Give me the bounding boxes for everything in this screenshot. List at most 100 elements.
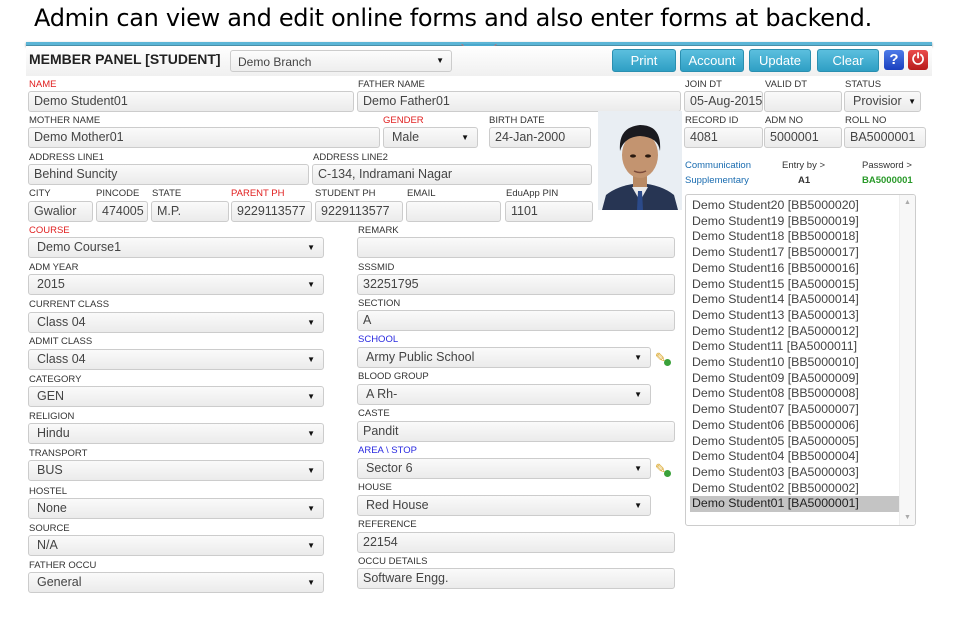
mother-name-label: MOTHER NAME — [29, 115, 101, 126]
caret-down-icon: ▼ — [307, 578, 315, 587]
pincode-label: PINCODE — [96, 188, 140, 199]
scroll-up-icon[interactable]: ▲ — [904, 199, 911, 206]
join-dt-field[interactable]: 05-Aug-2015 — [684, 91, 763, 112]
father-occu-value: General — [37, 575, 82, 589]
password-value: BA5000001 — [862, 175, 913, 186]
source-select[interactable]: N/A ▼ — [28, 535, 324, 556]
house-value: Red House — [366, 498, 429, 512]
blood-group-select[interactable]: A Rh- ▼ — [357, 384, 651, 405]
caret-down-icon: ▼ — [307, 318, 315, 327]
area-stop-label[interactable]: AREA \ STOP — [358, 445, 417, 456]
address2-label: ADDRESS LINE2 — [313, 152, 388, 163]
status-select[interactable]: Provisior ▼ — [844, 91, 921, 112]
update-button[interactable]: Update — [749, 49, 811, 72]
father-name-field[interactable]: Demo Father01 — [357, 91, 681, 112]
city-field[interactable]: Gwalior — [28, 201, 93, 222]
student-list-item[interactable]: Demo Student09 [BA5000009] — [690, 371, 900, 387]
student-list-item[interactable]: Demo Student12 [BA5000012] — [690, 324, 900, 340]
student-list-item[interactable]: Demo Student17 [BB5000017] — [690, 245, 900, 261]
caret-down-icon: ▼ — [307, 541, 315, 550]
power-icon[interactable]: ⏻ — [908, 50, 928, 70]
adm-year-select[interactable]: 2015 ▼ — [28, 274, 324, 295]
email-label: EMAIL — [407, 188, 436, 199]
caret-down-icon: ▼ — [634, 353, 642, 362]
roll-no-field[interactable]: BA5000001 — [844, 127, 926, 148]
reference-label: REFERENCE — [358, 519, 417, 530]
student-list-item[interactable]: Demo Student04 [BB5000004] — [690, 449, 900, 465]
adm-year-label: ADM YEAR — [29, 262, 79, 273]
sssmid-field[interactable]: 32251795 — [357, 274, 675, 295]
address1-field[interactable]: Behind Suncity — [28, 164, 309, 185]
email-field[interactable] — [406, 201, 501, 222]
student-list-item[interactable]: Demo Student18 [BB5000018] — [690, 229, 900, 245]
student-list-item[interactable]: Demo Student02 [BB5000002] — [690, 481, 900, 497]
address2-field[interactable]: C-134, Indramani Nagar — [312, 164, 592, 185]
student-list-item[interactable]: Demo Student11 [BA5000011] — [690, 339, 900, 355]
caret-down-icon: ▼ — [307, 392, 315, 401]
student-list-item[interactable]: Demo Student19 [BB5000019] — [690, 214, 900, 230]
student-list-item[interactable]: Demo Student10 [BB5000010] — [690, 355, 900, 371]
scroll-down-icon[interactable]: ▼ — [904, 514, 911, 521]
student-list-item[interactable]: Demo Student14 [BA5000014] — [690, 292, 900, 308]
supplementary-link[interactable]: Supplementary — [685, 175, 749, 186]
school-label[interactable]: SCHOOL — [358, 334, 398, 345]
transport-value: BUS — [37, 463, 63, 477]
student-list-item[interactable]: Demo Student20 [BB5000020] — [690, 198, 900, 214]
caret-down-icon: ▼ — [307, 429, 315, 438]
house-select[interactable]: Red House ▼ — [357, 495, 651, 516]
clear-button[interactable]: Clear — [817, 49, 879, 72]
state-field[interactable]: M.P. — [151, 201, 229, 222]
account-button[interactable]: Account — [680, 49, 744, 72]
branch-select[interactable]: Demo Branch ▼ — [230, 50, 452, 72]
parent-ph-field[interactable]: 9229113577 — [231, 201, 312, 222]
school-select[interactable]: Army Public School ▼ — [357, 347, 651, 368]
religion-label: RELIGION — [29, 411, 75, 422]
adm-no-label: ADM NO — [765, 115, 803, 126]
course-select[interactable]: Demo Course1 ▼ — [28, 237, 324, 258]
student-list-item[interactable]: Demo Student05 [BA5000005] — [690, 434, 900, 450]
student-list-item[interactable]: Demo Student13 [BA5000013] — [690, 308, 900, 324]
print-button[interactable]: Print — [612, 49, 676, 72]
student-list-item[interactable]: Demo Student03 [BA5000003] — [690, 465, 900, 481]
help-icon[interactable]: ? — [884, 50, 904, 70]
student-list[interactable]: Demo Student20 [BB5000020] Demo Student19… — [685, 194, 916, 526]
student-ph-field[interactable]: 9229113577 — [315, 201, 403, 222]
student-list-item[interactable]: Demo Student01 [BA5000001] — [690, 496, 900, 512]
mother-name-field[interactable]: Demo Mother01 — [28, 127, 380, 148]
adm-no-field[interactable]: 5000001 — [764, 127, 842, 148]
name-field[interactable]: Demo Student01 — [28, 91, 354, 112]
admit-class-select[interactable]: Class 04 ▼ — [28, 349, 324, 370]
student-list-item[interactable]: Demo Student15 [BA5000015] — [690, 277, 900, 293]
reference-field[interactable]: 22154 — [357, 532, 675, 553]
student-list-item[interactable]: Demo Student16 [BB5000016] — [690, 261, 900, 277]
religion-select[interactable]: Hindu ▼ — [28, 423, 324, 444]
communication-link[interactable]: Communication — [685, 160, 751, 171]
hostel-select[interactable]: None ▼ — [28, 498, 324, 519]
current-class-select[interactable]: Class 04 ▼ — [28, 312, 324, 333]
caret-down-icon: ▼ — [307, 243, 315, 252]
category-select[interactable]: GEN ▼ — [28, 386, 324, 407]
edit-area-pencil-icon[interactable]: ✎ — [655, 461, 671, 477]
area-stop-select[interactable]: Sector 6 ▼ — [357, 458, 651, 479]
eduapp-pin-field[interactable]: 1101 — [505, 201, 593, 222]
student-ph-label: STUDENT PH — [315, 188, 376, 199]
address1-label: ADDRESS LINE1 — [29, 152, 104, 163]
student-list-item[interactable]: Demo Student06 [BB5000006] — [690, 418, 900, 434]
occu-details-field[interactable]: Software Engg. — [357, 568, 675, 589]
pincode-field[interactable]: 474005 — [96, 201, 148, 222]
section-field[interactable]: A — [357, 310, 675, 331]
birth-date-field[interactable]: 24-Jan-2000 — [489, 127, 591, 148]
student-list-item[interactable]: Demo Student08 [BB5000008] — [690, 386, 900, 402]
father-occu-select[interactable]: General ▼ — [28, 572, 324, 593]
transport-select[interactable]: BUS ▼ — [28, 460, 324, 481]
student-list-item[interactable]: Demo Student07 [BA5000007] — [690, 402, 900, 418]
remark-field[interactable] — [357, 237, 675, 258]
record-id-field[interactable]: 4081 — [684, 127, 763, 148]
area-stop-value: Sector 6 — [366, 461, 413, 475]
edit-school-pencil-icon[interactable]: ✎ — [655, 350, 671, 366]
valid-dt-field[interactable] — [764, 91, 842, 112]
gender-select[interactable]: Male ▼ — [383, 127, 478, 148]
caste-field[interactable]: Pandit — [357, 421, 675, 442]
caret-down-icon: ▼ — [436, 56, 444, 65]
list-scrollbar[interactable]: ▲ ▼ — [899, 195, 915, 525]
